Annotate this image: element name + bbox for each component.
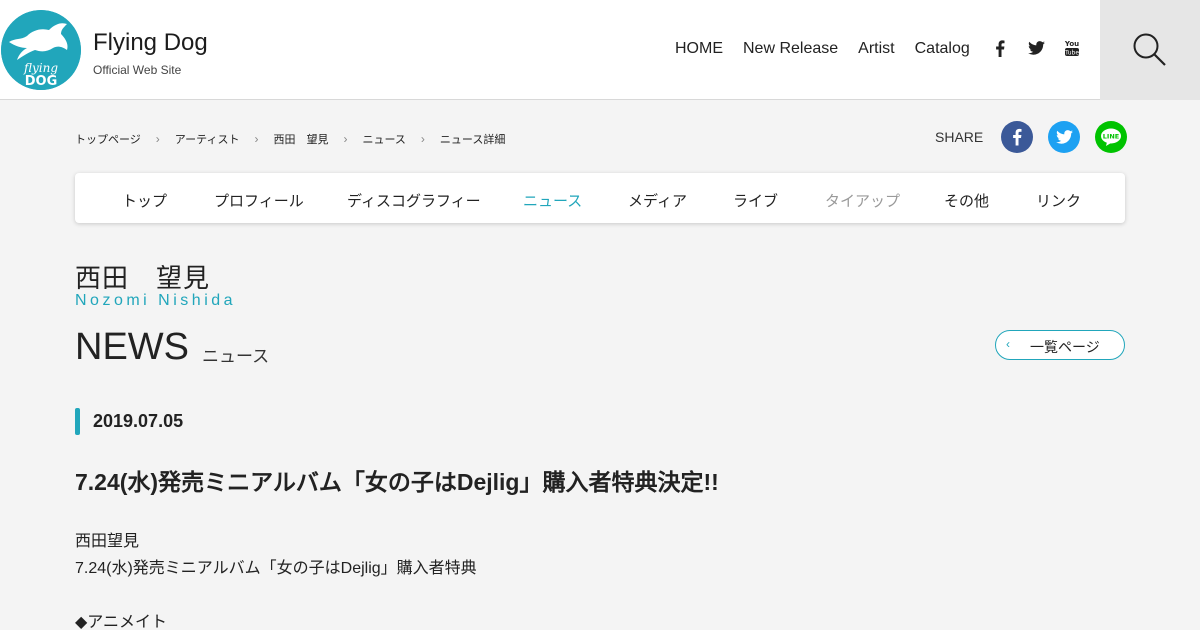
- nav-home[interactable]: HOME: [675, 40, 723, 58]
- chevron-right-icon: ›: [155, 132, 160, 146]
- site-header: flying DOG Flying Dog Official Web Site …: [0, 0, 1200, 100]
- svg-text:flying: flying: [23, 61, 58, 75]
- section-title: NEWS: [75, 326, 189, 368]
- breadcrumb-artist[interactable]: アーティスト: [175, 131, 240, 147]
- artist-tab-nav: トップ プロフィール ディスコグラフィー ニュース メディア ライブ タイアップ…: [75, 173, 1125, 223]
- article-body-line: 7.24(水)発売ミニアルバム「女の子はDejlig」購入者特典: [75, 560, 477, 577]
- share-bar: SHARE LINE: [935, 121, 1128, 153]
- svg-text:LINE: LINE: [1103, 133, 1119, 141]
- article-body-line: ◆アニメイト: [75, 614, 167, 630]
- svg-text:DOG: DOG: [25, 74, 58, 89]
- share-facebook-button[interactable]: [1001, 121, 1034, 153]
- flying-dog-logo[interactable]: flying DOG: [1, 10, 81, 90]
- chevron-right-icon: ›: [420, 132, 425, 146]
- nav-catalog[interactable]: Catalog: [915, 40, 970, 58]
- breadcrumb-top[interactable]: トップページ: [75, 131, 141, 147]
- search-icon: [1133, 33, 1166, 66]
- back-to-list-label: 一覧ページ: [1030, 339, 1100, 355]
- share-twitter-button[interactable]: [1048, 121, 1081, 153]
- social-links: You Tube: [990, 38, 1098, 58]
- twitter-icon: [1055, 130, 1073, 144]
- artist-name-roman: Nozomi Nishida: [75, 292, 237, 309]
- global-nav: HOME New Release Artist Catalog: [675, 40, 990, 58]
- site-title[interactable]: Flying Dog: [93, 29, 208, 57]
- dog-logo-icon: flying DOG: [1, 10, 81, 90]
- tab-tieup: タイアップ: [825, 193, 901, 210]
- breadcrumb: トップページ › アーティスト › 西田 望見 › ニュース › ニュース詳細: [75, 131, 505, 147]
- tab-news[interactable]: ニュース: [523, 190, 582, 211]
- svg-text:Tube: Tube: [1064, 50, 1079, 57]
- chevron-right-icon: ›: [343, 132, 348, 146]
- youtube-icon[interactable]: You Tube: [1062, 38, 1082, 58]
- tab-other[interactable]: その他: [944, 190, 989, 211]
- line-icon: LINE: [1101, 128, 1122, 146]
- tab-top[interactable]: トップ: [122, 190, 167, 211]
- article-headline: 7.24(水)発売ミニアルバム「女の子はDejlig」購入者特典決定!!: [75, 469, 719, 495]
- artist-name: 西田 望見: [75, 263, 211, 293]
- breadcrumb-current: ニュース詳細: [439, 134, 506, 146]
- share-line-button[interactable]: LINE: [1095, 121, 1128, 153]
- site-subtitle: Official Web Site: [93, 63, 182, 77]
- chevron-left-icon: ‹: [1006, 337, 1010, 351]
- chevron-right-icon: ›: [254, 132, 259, 146]
- back-to-list-button[interactable]: ‹ 一覧ページ: [995, 330, 1125, 360]
- article-date: 2019.07.05: [93, 411, 184, 431]
- tab-media[interactable]: メディア: [628, 190, 687, 211]
- breadcrumb-news[interactable]: ニュース: [362, 131, 405, 147]
- svg-text:You: You: [1064, 40, 1079, 48]
- nav-new-release[interactable]: New Release: [743, 40, 838, 58]
- facebook-icon[interactable]: [990, 38, 1010, 58]
- tab-live[interactable]: ライブ: [733, 190, 778, 211]
- date-accent-bar: [75, 408, 80, 435]
- section-title-ja: ニュース: [202, 347, 270, 366]
- search-button[interactable]: [1100, 0, 1200, 100]
- tab-discography[interactable]: ディスコグラフィー: [347, 190, 481, 211]
- breadcrumb-artist-name[interactable]: 西田 望見: [273, 131, 328, 147]
- share-label: SHARE: [935, 129, 984, 145]
- tab-profile[interactable]: プロフィール: [214, 190, 304, 211]
- twitter-icon[interactable]: [1026, 38, 1046, 58]
- tab-links[interactable]: リンク: [1036, 190, 1081, 211]
- nav-artist[interactable]: Artist: [858, 40, 894, 58]
- facebook-icon: [1013, 128, 1022, 146]
- article-body-line: 西田望見: [75, 533, 140, 550]
